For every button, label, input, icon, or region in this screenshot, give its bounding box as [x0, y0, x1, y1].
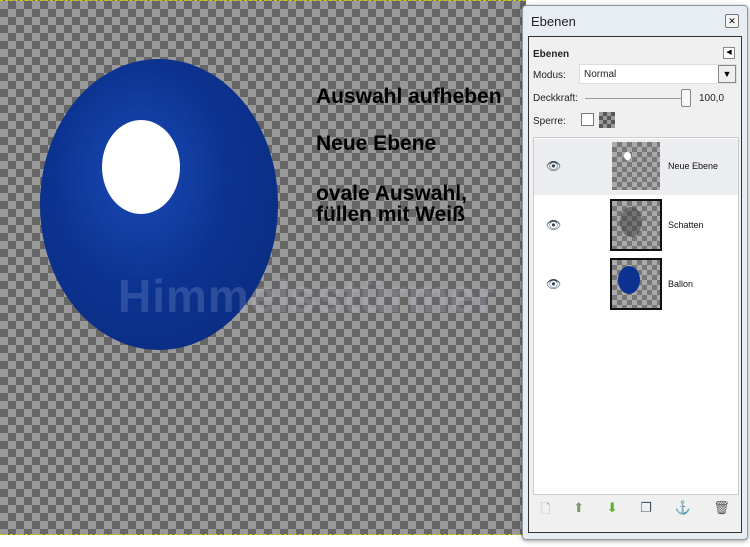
eye-icon[interactable]: 👁 — [546, 159, 561, 173]
opacity-slider-handle[interactable] — [681, 89, 691, 107]
white-oval — [102, 120, 180, 214]
opacity-label: Deckkraft: — [533, 93, 579, 104]
image-canvas[interactable]: Himmelsstürmer — [0, 0, 526, 535]
layers-dialog: Ebenen ✕ Ebenen ◀ Modus: Normal ▼ Deckkr… — [522, 5, 748, 540]
lock-alpha-icon[interactable] — [599, 112, 615, 128]
lock-label: Sperre: — [533, 116, 566, 127]
panel-header: Ebenen — [533, 49, 570, 60]
layer-name: Ballon — [668, 279, 694, 289]
layer-thumbnail — [610, 258, 662, 310]
new-layer-icon[interactable]: 🗋 — [540, 500, 550, 522]
note-oval-2: füllen mit Weiß — [316, 203, 465, 226]
opacity-value[interactable]: 100,0 — [699, 93, 724, 104]
layer-row-schatten[interactable]: 👁 Schatten — [534, 198, 738, 254]
dialog-title: Ebenen — [531, 14, 576, 29]
layer-thumbnail — [610, 199, 662, 251]
opacity-slider[interactable] — [585, 98, 689, 99]
layer-name: Schatten — [668, 220, 704, 230]
panel-menu-icon[interactable]: ◀ — [723, 47, 735, 59]
duplicate-layer-icon[interactable]: ❐ — [640, 500, 652, 522]
watermark: Himmelsstürmer — [118, 270, 496, 322]
note-new-layer: Neue Ebene — [316, 132, 437, 155]
layer-row-ballon[interactable]: 👁 Ballon — [534, 257, 738, 313]
eye-icon[interactable]: 👁 — [546, 277, 561, 291]
chevron-down-icon[interactable]: ▼ — [718, 65, 736, 83]
lock-checkbox[interactable] — [581, 113, 594, 126]
layer-thumbnail — [610, 140, 662, 192]
layer-name: Neue Ebene — [668, 161, 719, 171]
mode-label: Modus: — [533, 70, 566, 81]
layer-toolbar: 🗋 ⬆ ⬇ ❐ ⚓ 🗑 — [529, 500, 741, 522]
note-deselect: Auswahl aufheben — [316, 85, 502, 108]
layer-row-neue-ebene[interactable]: 👁 Neue Ebene — [534, 139, 738, 195]
mode-select[interactable]: Normal ▼ — [579, 64, 737, 84]
eye-icon[interactable]: 👁 — [546, 218, 561, 232]
note-oval-1: ovale Auswahl, — [316, 182, 467, 205]
close-icon[interactable]: ✕ — [725, 14, 739, 28]
layers-panel: Ebenen ◀ Modus: Normal ▼ Deckkraft: 100,… — [528, 36, 742, 533]
lower-layer-icon[interactable]: ⬇ — [607, 500, 618, 522]
layer-list: 👁 Neue Ebene 👁 Schatten 👁 Ballon — [533, 137, 739, 495]
raise-layer-icon[interactable]: ⬆ — [573, 500, 584, 522]
anchor-icon[interactable]: ⚓ — [674, 500, 690, 522]
delete-layer-icon[interactable]: 🗑 — [713, 500, 730, 522]
mode-value: Normal — [584, 69, 617, 80]
